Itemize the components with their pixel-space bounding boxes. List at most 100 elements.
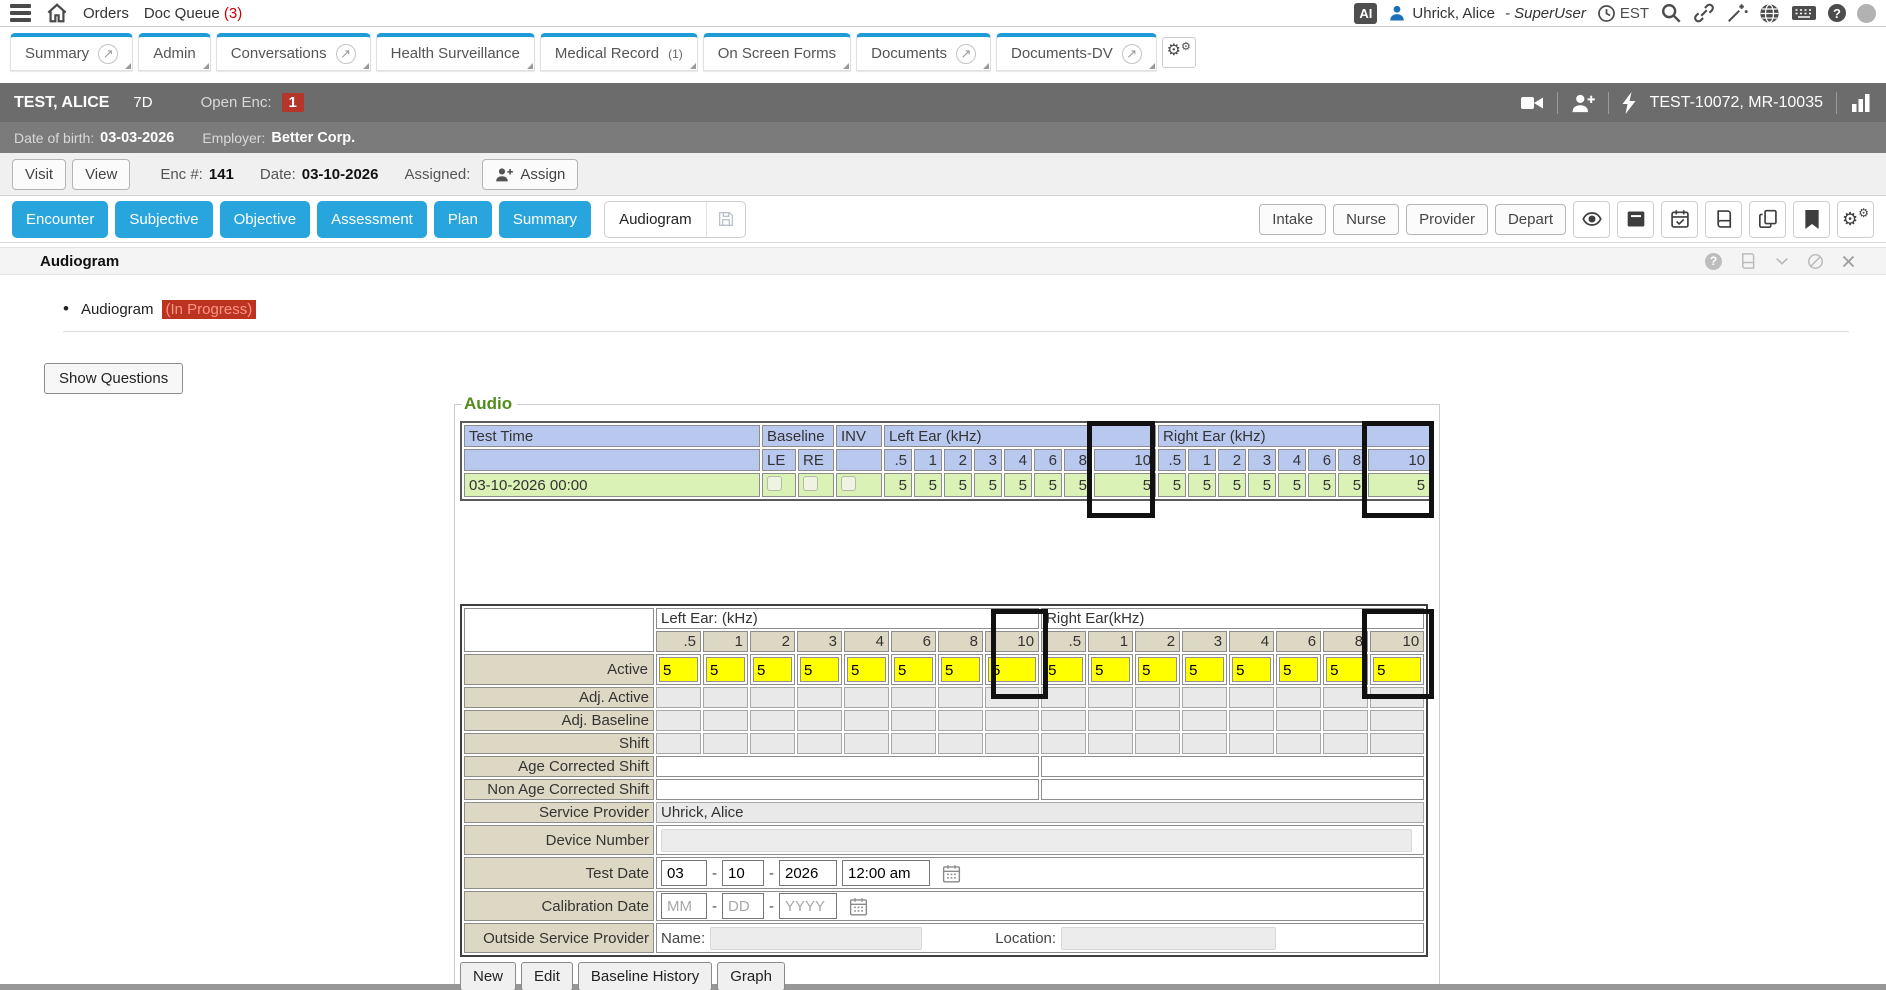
assessment-nav-button[interactable]: Assessment <box>317 201 427 238</box>
user-menu[interactable]: Uhrick, Alice - SuperUser <box>1388 4 1585 22</box>
audiogram-item-label[interactable]: Audiogram <box>81 301 154 318</box>
nurse-button[interactable]: Nurse <box>1333 204 1399 235</box>
outside-location-input[interactable] <box>1061 927 1276 950</box>
person-add-icon[interactable] <box>1571 93 1595 113</box>
active-input-left-8[interactable]: 5 <box>941 657 980 682</box>
tab-health-surveillance[interactable]: Health Surveillance <box>376 33 535 71</box>
objective-nav-button[interactable]: Objective <box>220 201 311 238</box>
calibration-month-input[interactable] <box>661 893 707 919</box>
settings-gears-icon[interactable]: ⚙⚙ <box>1837 201 1874 238</box>
provider-button[interactable]: Provider <box>1406 204 1488 235</box>
tab-documents-dv[interactable]: Documents-DV ↗ <box>996 33 1157 71</box>
search-icon[interactable] <box>1660 2 1682 24</box>
tab-documents[interactable]: Documents ↗ <box>856 33 991 71</box>
baseline-history-button[interactable]: Baseline History <box>578 962 712 990</box>
summary-nav-button[interactable]: Summary <box>499 201 591 238</box>
calendar-icon[interactable] <box>848 896 869 917</box>
encounter-nav-button[interactable]: Encounter <box>12 201 108 238</box>
new-button[interactable]: New <box>460 962 516 990</box>
inv-checkbox[interactable] <box>841 476 856 491</box>
preview-eye-icon[interactable] <box>1573 201 1610 238</box>
subjective-nav-button[interactable]: Subjective <box>115 201 212 238</box>
baseline-re-checkbox[interactable] <box>803 476 818 491</box>
section-help-icon[interactable]: ? <box>1705 253 1722 270</box>
link-icon[interactable] <box>1693 2 1715 24</box>
active-input-left-3[interactable]: 5 <box>800 657 839 682</box>
collapse-chevron-icon[interactable] <box>1774 253 1790 269</box>
active-input-left-.5[interactable]: 5 <box>659 657 698 682</box>
tab-on-screen-forms[interactable]: On Screen Forms <box>703 33 851 71</box>
bar-chart-icon[interactable] <box>1850 93 1872 113</box>
copy-icon[interactable] <box>1749 201 1786 238</box>
test-date-month-input[interactable] <box>661 860 707 886</box>
journal-icon[interactable] <box>1705 201 1742 238</box>
tab-admin[interactable]: Admin <box>138 33 211 71</box>
keyboard-icon[interactable] <box>1791 3 1817 23</box>
tab-summary[interactable]: Summary ↗ <box>10 33 133 71</box>
adj-baseline-cell-left-6 <box>891 710 936 731</box>
external-link-icon[interactable]: ↗ <box>98 44 118 64</box>
active-input-right-4[interactable]: 5 <box>1232 657 1271 682</box>
active-input-left-4[interactable]: 5 <box>847 657 886 682</box>
plan-nav-button[interactable]: Plan <box>434 201 492 238</box>
calendar-check-icon[interactable] <box>1661 201 1698 238</box>
tab-conversations[interactable]: Conversations ↗ <box>216 33 371 71</box>
nav-doc-queue[interactable]: Doc Queue (3) <box>144 5 242 22</box>
calendar-icon[interactable] <box>941 863 962 884</box>
active-input-right-1[interactable]: 5 <box>1091 657 1130 682</box>
assign-button[interactable]: Assign <box>482 159 578 190</box>
baseline-le-checkbox[interactable] <box>767 476 782 491</box>
timezone-control[interactable]: EST <box>1597 4 1649 23</box>
help-icon[interactable]: ? <box>1828 4 1846 22</box>
show-questions-button[interactable]: Show Questions <box>44 363 183 394</box>
intake-button[interactable]: Intake <box>1259 204 1326 235</box>
open-enc-badge[interactable]: 1 <box>282 93 304 112</box>
active-input-left-2[interactable]: 5 <box>753 657 792 682</box>
home-icon[interactable] <box>46 2 68 24</box>
calibration-day-input[interactable] <box>722 893 764 919</box>
active-input-left-1[interactable]: 5 <box>706 657 745 682</box>
device-number-input[interactable] <box>661 829 1412 852</box>
test-time-input[interactable] <box>842 860 930 886</box>
lightning-icon[interactable] <box>1622 92 1637 114</box>
bookmark-icon[interactable] <box>1793 201 1830 238</box>
ai-badge[interactable]: AI <box>1354 3 1377 24</box>
nav-orders[interactable]: Orders <box>83 5 129 22</box>
external-link-icon[interactable]: ↗ <box>1122 44 1142 64</box>
active-input-right-8[interactable]: 5 <box>1326 657 1365 682</box>
visit-button[interactable]: Visit <box>12 159 66 190</box>
video-camera-icon[interactable] <box>1520 93 1544 113</box>
graph-button[interactable]: Graph <box>717 962 785 990</box>
view-button[interactable]: View <box>72 159 130 190</box>
menu-icon[interactable] <box>10 4 31 22</box>
archive-icon[interactable] <box>1617 201 1654 238</box>
section-journal-icon[interactable] <box>1739 252 1757 270</box>
calibration-year-input[interactable] <box>779 893 837 919</box>
disable-icon[interactable] <box>1807 253 1824 270</box>
wand-icon[interactable] <box>1726 2 1748 24</box>
active-input-right-6[interactable]: 5 <box>1279 657 1318 682</box>
globe-icon[interactable] <box>1759 3 1780 24</box>
active-input-right-2[interactable]: 5 <box>1138 657 1177 682</box>
outside-name-input[interactable] <box>710 927 922 950</box>
test-date-year-input[interactable] <box>779 860 837 886</box>
active-input-right-.5[interactable]: 5 <box>1044 657 1083 682</box>
save-icon[interactable] <box>706 202 745 237</box>
close-icon[interactable] <box>1841 254 1856 269</box>
active-input-left-6[interactable]: 5 <box>894 657 933 682</box>
audiogram-doc-tab[interactable]: Audiogram <box>604 201 746 238</box>
external-link-icon[interactable]: ↗ <box>336 44 356 64</box>
active-input-right-3[interactable]: 5 <box>1185 657 1224 682</box>
edit-button[interactable]: Edit <box>521 962 573 990</box>
depart-button[interactable]: Depart <box>1495 204 1566 235</box>
assign-label: Assign <box>520 166 565 183</box>
test-date-day-input[interactable] <box>722 860 764 886</box>
tab-medical-record[interactable]: Medical Record (1) <box>540 33 698 71</box>
audiogram-list-item[interactable]: Audiogram (In Progress) <box>63 299 256 319</box>
enc-date-value: 03-10-2026 <box>302 166 379 183</box>
patient-ids: TEST-10072, MR-10035 <box>1650 94 1823 112</box>
tab-settings-gears-icon[interactable]: ⚙⚙ <box>1162 37 1196 68</box>
test-time-value[interactable]: 03-10-2026 00:00 <box>464 473 760 497</box>
external-link-icon[interactable]: ↗ <box>956 44 976 64</box>
top-bar-right: AI Uhrick, Alice - SuperUser EST <box>1354 2 1876 24</box>
